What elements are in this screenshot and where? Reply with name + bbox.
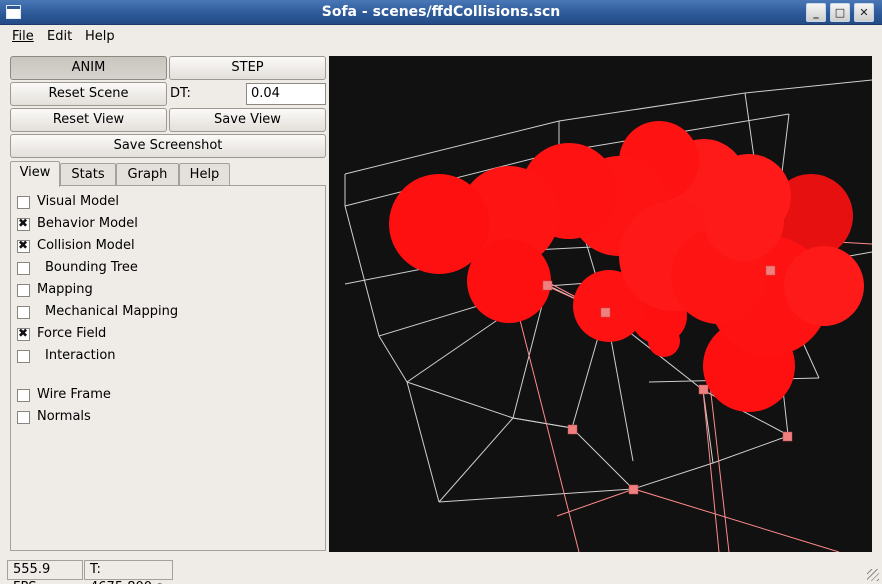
resize-grip-icon[interactable] — [867, 569, 879, 581]
3d-viewport[interactable] — [329, 56, 872, 552]
scene-render — [344, 79, 872, 552]
fps-display: 555.9 FPS — [7, 560, 83, 584]
step-button[interactable]: STEP — [169, 56, 326, 80]
menu-help[interactable]: Help — [85, 29, 115, 44]
window-title: Sofa - scenes/ffdCollisions.scn — [321, 4, 561, 20]
menu-edit[interactable]: Edit — [47, 29, 72, 44]
reset-view-button[interactable]: Reset View — [10, 108, 167, 132]
time-display: T: 4675.800 s — [84, 560, 173, 584]
option-label: Normals — [37, 409, 91, 424]
option-label: Visual Model — [37, 194, 119, 209]
ffd-node — [698, 384, 709, 395]
view-options-panel: Visual Model Behavior Model Collision Mo… — [10, 185, 326, 551]
checkbox[interactable] — [17, 306, 30, 319]
checkbox[interactable] — [17, 196, 30, 209]
close-button[interactable]: ✕ — [854, 3, 874, 22]
checkbox[interactable] — [17, 326, 30, 341]
ffd-node — [782, 431, 793, 442]
ffd-node — [765, 265, 776, 276]
save-view-button[interactable]: Save View — [169, 108, 326, 132]
checkbox[interactable] — [17, 350, 30, 363]
ffd-node — [600, 307, 611, 318]
collision-spheres — [389, 121, 864, 412]
checkbox[interactable] — [17, 238, 30, 253]
option-label: Mapping — [37, 282, 93, 297]
ffd-node — [628, 484, 639, 495]
checkbox[interactable] — [17, 389, 30, 402]
tab-graph[interactable]: Graph — [116, 163, 179, 186]
anim-button[interactable]: ANIM — [10, 56, 167, 80]
option-label: Collision Model — [37, 238, 135, 253]
dt-input[interactable]: 0.04 — [246, 83, 326, 105]
ffd-node — [542, 280, 553, 291]
checkbox[interactable] — [17, 284, 30, 297]
maximize-button[interactable]: □ — [830, 3, 850, 22]
checkbox[interactable] — [17, 262, 30, 275]
option-label: Force Field — [37, 326, 107, 341]
option-label: Wire Frame — [37, 387, 111, 402]
menu-file[interactable]: File — [12, 29, 34, 44]
tab-stats[interactable]: Stats — [60, 163, 116, 186]
reset-scene-button[interactable]: Reset Scene — [10, 82, 167, 106]
save-screenshot-button[interactable]: Save Screenshot — [10, 134, 326, 158]
option-label: Interaction — [45, 348, 116, 363]
dt-label: DT: — [170, 86, 191, 101]
option-label: Behavior Model — [37, 216, 138, 231]
menu-bar: File Edit Help — [0, 25, 882, 49]
ffd-node — [567, 424, 578, 435]
tab-help[interactable]: Help — [179, 163, 230, 186]
option-label: Mechanical Mapping — [45, 304, 179, 319]
checkbox[interactable] — [17, 216, 30, 231]
checkbox[interactable] — [17, 411, 30, 424]
minimize-button[interactable]: _ — [806, 3, 826, 22]
title-bar: Sofa - scenes/ffdCollisions.scn _ □ ✕ — [0, 0, 882, 25]
status-bar: 555.9 FPS T: 4675.800 s — [0, 557, 882, 584]
tab-view[interactable]: View — [10, 161, 60, 187]
option-label: Bounding Tree — [45, 260, 138, 275]
